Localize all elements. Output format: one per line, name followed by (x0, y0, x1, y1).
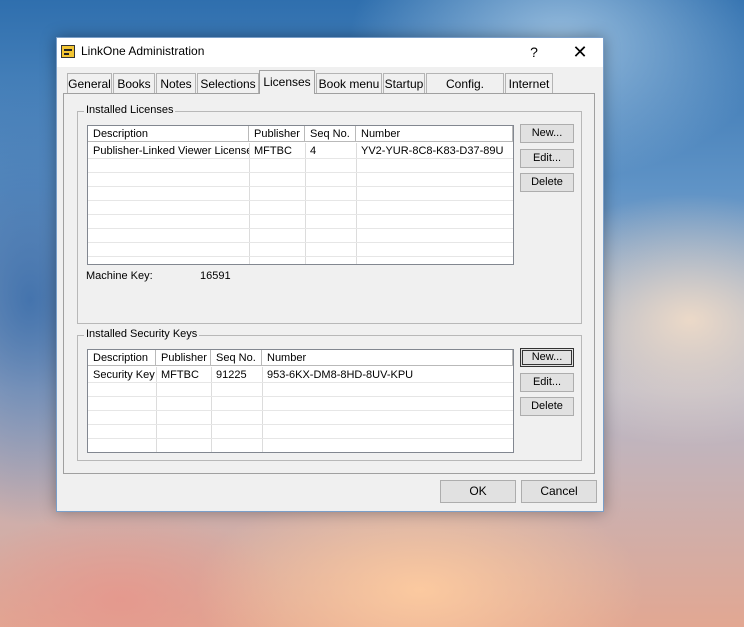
security-key-edit-button[interactable]: Edit... (520, 373, 574, 392)
grid-line (88, 242, 513, 243)
grid-line (88, 214, 513, 215)
grid-line (305, 143, 306, 264)
tab-strip: General Books Notes Selections Licenses … (57, 70, 603, 111)
grid-line (88, 256, 513, 257)
close-button[interactable]: ✕ (557, 38, 603, 67)
security-keys-list[interactable]: Description Publisher Seq No. Number Sec… (87, 349, 514, 453)
table-row[interactable]: Security Key MFTBC 91225 953-6KX-DM8-8HD… (88, 368, 513, 382)
admin-dialog: LinkOne Administration ? ✕ General Books… (56, 37, 604, 512)
license-delete-button[interactable]: Delete (520, 173, 574, 192)
tab-startup[interactable]: Startup (383, 73, 425, 93)
table-row[interactable]: Publisher-Linked Viewer License MFTBC 4 … (88, 144, 513, 158)
grid-line (356, 143, 357, 264)
license-new-button[interactable]: New... (520, 124, 574, 143)
grid-line (88, 186, 513, 187)
cell-number: YV2-YUR-8C8-K83-D37-89U (361, 145, 504, 157)
cell-seq-no: 4 (310, 145, 317, 157)
installed-security-keys-group: Installed Security Keys Description Publ… (77, 328, 582, 461)
grid-line (88, 396, 513, 397)
column-publisher[interactable]: Publisher (156, 350, 211, 366)
cancel-button[interactable]: Cancel (521, 480, 597, 503)
installed-licenses-label: Installed Licenses (84, 104, 176, 116)
close-icon: ✕ (572, 42, 588, 62)
grid-line (88, 200, 513, 201)
grid-line (88, 228, 513, 229)
help-button[interactable]: ? (523, 38, 545, 67)
grid-line (88, 172, 513, 173)
column-number[interactable]: Number (262, 350, 513, 366)
grid-line (88, 158, 513, 159)
tab-books[interactable]: Books (113, 73, 155, 93)
installed-security-keys-label: Installed Security Keys (84, 328, 200, 340)
column-description[interactable]: Description (88, 126, 249, 142)
grid-line (88, 382, 513, 383)
machine-key-value: 16591 (200, 270, 231, 282)
cell-seq-no: 91225 (216, 369, 247, 381)
tab-selections[interactable]: Selections (197, 73, 259, 93)
app-icon (61, 45, 75, 58)
column-seq-no[interactable]: Seq No. (305, 126, 356, 142)
licenses-tab-panel: Installed Licenses Description Publisher… (63, 93, 595, 474)
tab-config-server[interactable]: Config. Server (426, 73, 504, 111)
cell-publisher: MFTBC (254, 145, 292, 157)
column-seq-no[interactable]: Seq No. (211, 350, 262, 366)
licenses-list[interactable]: Description Publisher Seq No. Number Pub… (87, 125, 514, 265)
ok-button[interactable]: OK (440, 480, 516, 503)
license-edit-button[interactable]: Edit... (520, 149, 574, 168)
security-key-delete-button[interactable]: Delete (520, 397, 574, 416)
installed-licenses-group: Installed Licenses Description Publisher… (77, 104, 582, 324)
column-publisher[interactable]: Publisher (249, 126, 305, 142)
tab-book-menu[interactable]: Book menu (316, 73, 382, 93)
tab-licenses[interactable]: Licenses (259, 70, 315, 94)
column-number[interactable]: Number (356, 126, 513, 142)
grid-line (88, 438, 513, 439)
cell-description: Publisher-Linked Viewer License (93, 145, 249, 157)
security-key-new-button[interactable]: New... (520, 348, 574, 367)
machine-key-label: Machine Key: (86, 270, 153, 282)
title-bar[interactable]: LinkOne Administration ? ✕ (57, 38, 603, 67)
grid-line (249, 143, 250, 264)
column-description[interactable]: Description (88, 350, 156, 366)
window-title: LinkOne Administration (81, 44, 205, 58)
cell-description: Security Key (93, 369, 155, 381)
tab-general[interactable]: General (67, 73, 112, 93)
tab-notes[interactable]: Notes (156, 73, 196, 93)
grid-line (88, 410, 513, 411)
cell-publisher: MFTBC (161, 369, 199, 381)
grid-line (88, 424, 513, 425)
tab-internet[interactable]: Internet (505, 73, 553, 93)
cell-number: 953-6KX-DM8-8HD-8UV-KPU (267, 369, 414, 381)
